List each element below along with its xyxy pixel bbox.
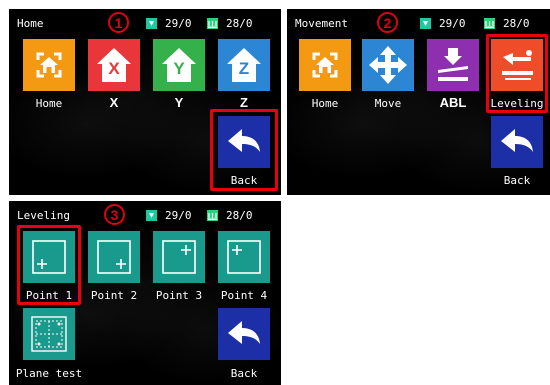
- bed-temp: 28/0: [207, 17, 253, 30]
- heated-bed-icon: [484, 18, 495, 29]
- move-label: Move: [374, 97, 402, 110]
- home-label: Home: [35, 97, 63, 110]
- hotend-temp: 29/0: [146, 17, 192, 30]
- bed-temp-value: 28/0: [226, 209, 253, 222]
- home-label: Home: [311, 97, 339, 110]
- z-label: Z: [240, 95, 248, 110]
- point-4-button[interactable]: [218, 231, 270, 283]
- plane-test-button[interactable]: [23, 308, 75, 360]
- point-2-label: Point 2: [90, 289, 138, 302]
- bed-temp: 28/0: [207, 209, 253, 222]
- hotend-temp-icon: [420, 18, 431, 29]
- home-screen: Home 1 29/0 28/0 Home X X Y Y Z Z Back: [9, 9, 281, 195]
- heated-bed-icon: [207, 18, 218, 29]
- bed-temp-value: 28/0: [226, 17, 253, 30]
- point-4-label: Point 4: [220, 289, 268, 302]
- home-target-icon: [36, 52, 62, 78]
- hotend-temp: 29/0: [146, 209, 192, 222]
- point-3-button[interactable]: [153, 231, 205, 283]
- move-button[interactable]: [362, 39, 414, 91]
- y-label: Y: [174, 95, 184, 110]
- four-way-arrow-icon: [369, 46, 407, 84]
- heated-bed-icon: [207, 210, 218, 221]
- plane-test-grid-icon: [31, 316, 67, 352]
- hotend-temp-value: 29/0: [165, 209, 192, 222]
- point-2-button[interactable]: [88, 231, 140, 283]
- home-button[interactable]: [23, 39, 75, 91]
- level-point-icon: [97, 240, 131, 274]
- leveling-screen: Leveling 3 29/0 28/0 Point 1 Point 2 Poi…: [9, 201, 281, 385]
- step-badge: 1: [108, 12, 129, 33]
- auto-bed-leveling-icon: [438, 48, 468, 81]
- bed-temp-value: 28/0: [503, 17, 530, 30]
- screen-title: Home: [17, 17, 44, 30]
- hotend-temp-value: 29/0: [439, 17, 466, 30]
- highlight-box: [486, 34, 548, 113]
- home-button[interactable]: [299, 39, 351, 91]
- axis-letter: Z: [238, 59, 250, 78]
- back-button[interactable]: [491, 116, 543, 168]
- screen-title: Movement: [295, 17, 348, 30]
- hotend-temp: 29/0: [420, 17, 466, 30]
- home-y-button[interactable]: Y: [153, 39, 205, 91]
- back-label: Back: [230, 367, 258, 380]
- back-arrow-icon: [501, 129, 533, 152]
- back-button[interactable]: [218, 308, 270, 360]
- hotend-temp-value: 29/0: [165, 17, 192, 30]
- plane-test-label: Plane test: [15, 367, 83, 380]
- home-z-button[interactable]: Z: [218, 39, 270, 91]
- abl-label: ABL: [439, 95, 467, 110]
- back-label: Back: [503, 174, 531, 187]
- home-x-button[interactable]: X: [88, 39, 140, 91]
- home-target-icon: [312, 52, 338, 78]
- hotend-temp-icon: [146, 210, 157, 221]
- axis-letter: X: [108, 59, 120, 78]
- step-badge: 2: [377, 12, 398, 33]
- bed-temp: 28/0: [484, 17, 530, 30]
- hotend-temp-icon: [146, 18, 157, 29]
- screen-title: Leveling: [17, 209, 70, 222]
- step-badge: 3: [104, 204, 125, 225]
- axis-letter: Y: [173, 59, 185, 78]
- highlight-box: [210, 109, 278, 191]
- abl-button[interactable]: [427, 39, 479, 91]
- movement-screen: Movement 2 29/0 28/0 Home Move ABL Level…: [287, 9, 550, 195]
- back-arrow-icon: [228, 321, 260, 344]
- level-point-icon: [162, 240, 196, 274]
- level-point-icon: [227, 240, 261, 274]
- point-3-label: Point 3: [155, 289, 203, 302]
- highlight-box: [17, 225, 81, 305]
- x-label: X: [109, 95, 119, 110]
